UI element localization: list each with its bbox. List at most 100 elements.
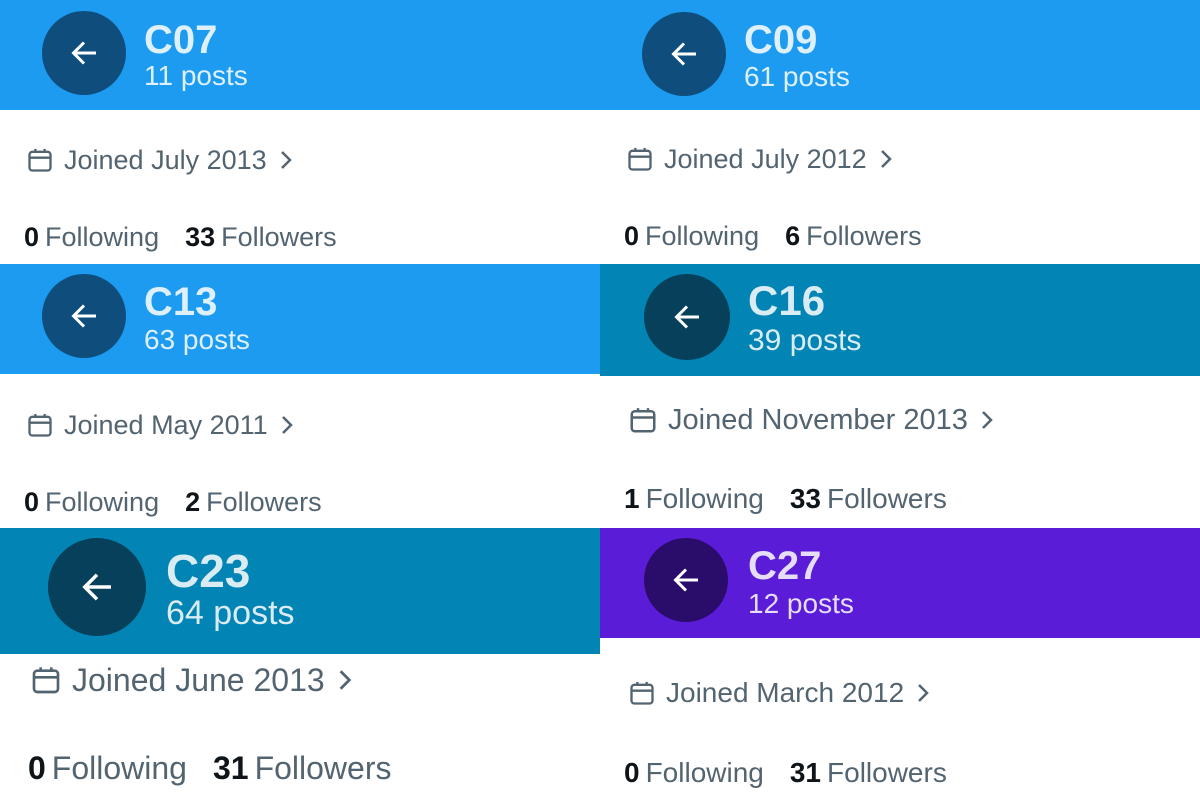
- profile-name: C09: [744, 18, 818, 62]
- following-count: 0: [624, 221, 640, 251]
- profile-name: C07: [144, 18, 218, 62]
- joined-date-link[interactable]: Joined November 2013: [628, 405, 994, 435]
- joined-label: Joined June 2013: [72, 662, 325, 698]
- followers-link[interactable]: 31 Followers: [213, 752, 392, 784]
- followers-count: 31: [212, 750, 249, 786]
- followers-count: 33: [789, 483, 822, 514]
- joined-date-link[interactable]: Joined July 2013: [26, 146, 293, 174]
- post-count: 63 posts: [144, 324, 250, 355]
- followers-label: Followers: [254, 750, 392, 786]
- followers-link[interactable]: 2 Followers: [185, 489, 322, 516]
- post-count: 61 posts: [744, 61, 850, 92]
- arrow-left-icon: [71, 304, 96, 328]
- calendar-icon: [630, 681, 654, 705]
- profile-panel-c07: C07 11 posts Joined July 2013 0 Following…: [0, 0, 600, 264]
- following-count: 0: [24, 222, 40, 252]
- calendar-icon: [630, 408, 656, 433]
- post-count: 12 posts: [748, 588, 854, 619]
- chevron-right-icon: [981, 411, 993, 429]
- following-count: 1: [624, 483, 640, 514]
- following-label: Following: [645, 757, 764, 788]
- followers-label: Followers: [806, 221, 922, 251]
- profile-header: C07 11 posts: [0, 0, 600, 110]
- profile-panel-c16: C16 39 posts Joined November 2013 1 Follo…: [600, 264, 1200, 528]
- followers-label: Followers: [221, 222, 337, 252]
- follow-stats: 0 Following 6 Followers: [624, 223, 922, 250]
- followers-link[interactable]: 33 Followers: [185, 224, 337, 251]
- profile-panel-c13: C13 63 posts Joined May 2011 0 Following …: [0, 264, 600, 528]
- following-link[interactable]: 1 Following: [624, 485, 764, 513]
- joined-date-link[interactable]: Joined March 2012: [628, 679, 930, 707]
- back-button[interactable]: [644, 274, 730, 360]
- joined-label: Joined July 2012: [664, 143, 867, 174]
- followers-link[interactable]: 6 Followers: [785, 223, 922, 250]
- following-label: Following: [45, 487, 160, 517]
- followers-count: 31: [789, 757, 822, 788]
- follow-stats: 0 Following 31 Followers: [624, 759, 947, 787]
- chevron-right-icon: [918, 684, 929, 702]
- calendar-icon: [628, 147, 652, 171]
- followers-count: 33: [185, 222, 216, 252]
- profile-panel-c27: C27 12 posts Joined March 2012 0 Followin…: [600, 528, 1200, 800]
- followers-label: Followers: [827, 757, 947, 788]
- back-button[interactable]: [48, 538, 146, 636]
- followers-count: 2: [185, 487, 201, 517]
- followers-count: 6: [785, 221, 801, 251]
- profile-header: C13 63 posts: [0, 264, 600, 374]
- chevron-right-icon: [880, 150, 892, 168]
- post-count: 39 posts: [748, 324, 862, 357]
- joined-label: Joined March 2012: [666, 677, 905, 708]
- chevron-right-icon: [339, 670, 351, 690]
- chevron-right-icon: [281, 416, 293, 434]
- follow-stats: 0 Following 2 Followers: [24, 489, 322, 516]
- following-link[interactable]: 0 Following: [624, 759, 764, 787]
- calendar-icon: [28, 148, 52, 172]
- following-link[interactable]: 0 Following: [28, 752, 187, 784]
- profile-name: C13: [144, 280, 218, 324]
- following-count: 0: [28, 750, 46, 786]
- profile-header: C09 61 posts: [600, 0, 1200, 110]
- profile-name: C27: [748, 544, 822, 588]
- arrow-left-icon: [671, 42, 696, 66]
- follow-stats: 0 Following 33 Followers: [24, 224, 337, 251]
- joined-label: Joined May 2011: [64, 409, 268, 440]
- back-button[interactable]: [42, 11, 126, 95]
- following-label: Following: [51, 750, 187, 786]
- joined-date-link[interactable]: Joined May 2011: [26, 411, 294, 439]
- arrow-left-icon: [673, 568, 698, 592]
- post-count: 11 posts: [144, 60, 248, 91]
- followers-label: Followers: [206, 487, 322, 517]
- joined-label: Joined July 2013: [64, 144, 267, 175]
- following-link[interactable]: 0 Following: [24, 224, 159, 251]
- profile-header: C27 12 posts: [600, 528, 1200, 638]
- followers-link[interactable]: 31 Followers: [790, 759, 947, 787]
- arrow-left-icon: [71, 41, 96, 65]
- following-count: 0: [24, 487, 40, 517]
- follow-stats: 1 Following 33 Followers: [624, 485, 947, 513]
- arrow-left-icon: [82, 573, 111, 601]
- joined-label: Joined November 2013: [668, 403, 968, 436]
- following-count: 0: [624, 757, 640, 788]
- calendar-icon: [32, 667, 60, 694]
- following-label: Following: [645, 483, 764, 514]
- back-button[interactable]: [644, 538, 728, 622]
- profile-header: C16 39 posts: [600, 264, 1200, 376]
- following-link[interactable]: 0 Following: [624, 223, 759, 250]
- profile-name: C23: [166, 545, 251, 597]
- profile-panel-c09: C09 61 posts Joined July 2012 0 Following…: [600, 0, 1200, 264]
- profile-header: C23 64 posts: [0, 528, 600, 654]
- profile-name: C16: [748, 277, 826, 324]
- following-label: Following: [645, 221, 760, 251]
- arrow-left-icon: [674, 305, 699, 329]
- back-button[interactable]: [42, 274, 126, 358]
- calendar-icon: [28, 413, 52, 437]
- post-count: 64 posts: [166, 594, 295, 632]
- profile-panel-c23: C23 64 posts Joined June 2013 0 Following…: [0, 528, 600, 800]
- back-button[interactable]: [642, 12, 726, 96]
- follow-stats: 0 Following 31 Followers: [28, 752, 391, 784]
- following-link[interactable]: 0 Following: [24, 489, 159, 516]
- followers-link[interactable]: 33 Followers: [790, 485, 947, 513]
- chevron-right-icon: [280, 151, 292, 169]
- joined-date-link[interactable]: Joined June 2013: [30, 664, 353, 696]
- joined-date-link[interactable]: Joined July 2012: [626, 145, 893, 173]
